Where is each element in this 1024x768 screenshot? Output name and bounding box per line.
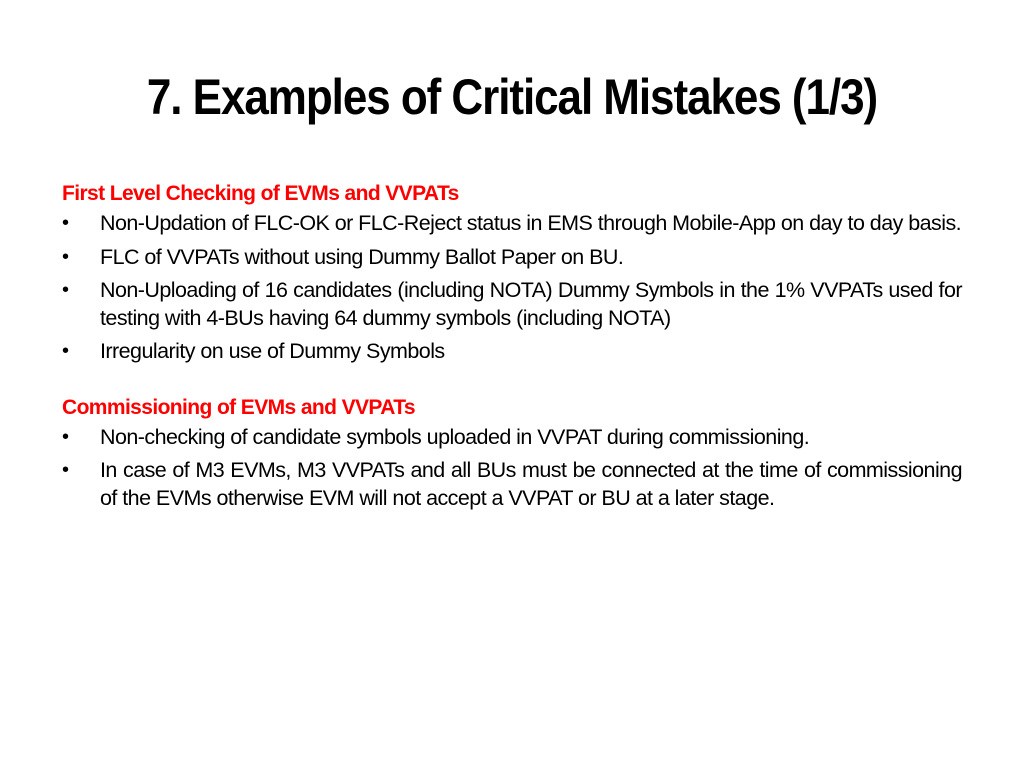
bullet-icon: • (62, 212, 69, 234)
bullet-icon: • (62, 245, 69, 268)
bullet-text: Non-checking of candidate symbols upload… (100, 424, 810, 449)
bullet-text: Non-Updation of FLC-OK or FLC-Reject sta… (100, 211, 962, 235)
section-first-level-checking: First Level Checking of EVMs and VVPATs … (62, 180, 963, 366)
bullet-icon: • (62, 459, 69, 481)
bullet-text: FLC of VVPATs without using Dummy Ballot… (100, 244, 624, 269)
bullet-icon: • (62, 425, 69, 448)
section-commissioning: Commissioning of EVMs and VVPATs • Non-c… (62, 394, 963, 513)
slide-content: First Level Checking of EVMs and VVPATs … (62, 180, 963, 513)
section-heading: Commissioning of EVMs and VVPATs (62, 395, 416, 419)
bullet-icon: • (62, 340, 69, 362)
slide-title: 7. Examples of Critical Mistakes (1/3) (146, 69, 878, 125)
bullet-text: In case of M3 EVMs, M3 VVPATs and all BU… (100, 458, 963, 510)
bullet-item: • Non-Updation of FLC-OK or FLC-Reject s… (62, 210, 962, 238)
bullet-item: • Non-checking of candidate symbols uplo… (62, 424, 962, 452)
bullet-item: • In case of M3 EVMs, M3 VVPATs and all … (62, 457, 963, 512)
bullet-item: • Non-Uploading of 16 candidates (includ… (62, 277, 963, 332)
bullet-item: • Irregularity on use of Dummy Symbols (62, 338, 962, 366)
bullet-list: • Non-Updation of FLC-OK or FLC-Reject s… (62, 210, 963, 366)
bullet-text: Irregularity on use of Dummy Symbols (100, 339, 445, 363)
bullet-item: • FLC of VVPATs without using Dummy Ball… (62, 244, 962, 272)
bullet-text: Non-Uploading of 16 candidates (includin… (100, 278, 963, 330)
section-heading: First Level Checking of EVMs and VVPATs (62, 182, 459, 205)
bullet-list: • Non-checking of candidate symbols uplo… (62, 424, 963, 513)
bullet-icon: • (62, 279, 69, 301)
